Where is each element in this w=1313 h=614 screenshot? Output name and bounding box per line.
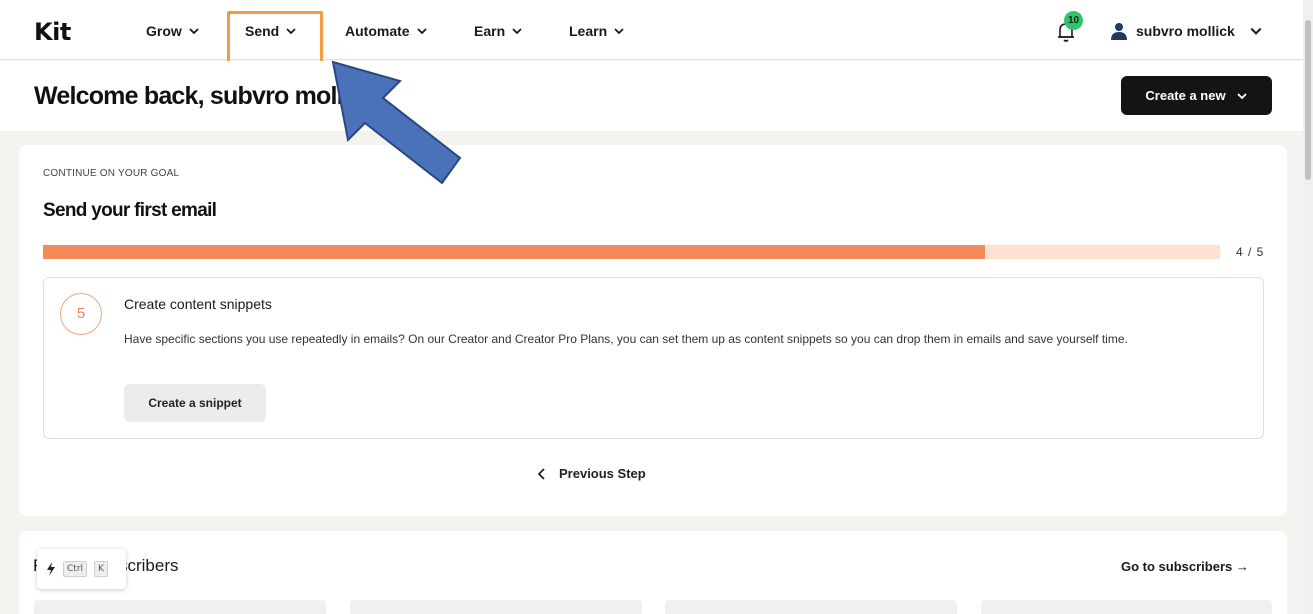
- user-menu[interactable]: subvro mollick: [1110, 22, 1263, 40]
- user-avatar-icon: [1111, 23, 1127, 40]
- goal-progress-bar: [43, 245, 1220, 259]
- nav-automate[interactable]: Automate: [345, 23, 428, 39]
- chevron-down-icon: [512, 28, 522, 35]
- nav-send[interactable]: Send: [245, 23, 297, 39]
- nav-grow-label: Grow: [146, 23, 182, 39]
- kit-dashboard-page: Kit Grow Send Automate Earn Learn subvro…: [0, 0, 1313, 614]
- nav-earn-label: Earn: [474, 23, 506, 39]
- top-navigation-bar: Kit Grow Send Automate Earn Learn subvro…: [0, 0, 1303, 60]
- page-title: Welcome back, subvro mollick: [34, 82, 376, 110]
- subscriber-tile: [350, 600, 642, 614]
- create-new-label: Create a new: [1145, 88, 1226, 103]
- scrollbar-thumb[interactable]: [1305, 20, 1311, 180]
- chevron-down-icon: [286, 28, 296, 35]
- create-new-button[interactable]: Create a new: [1121, 76, 1272, 115]
- chevron-down-icon: [189, 28, 199, 35]
- previous-step-button[interactable]: Previous Step: [537, 466, 646, 481]
- nav-automate-label: Automate: [345, 23, 410, 39]
- goal-progress-fill: [43, 245, 985, 259]
- chevron-down-icon: [1250, 27, 1262, 35]
- user-name: subvro mollick: [1136, 23, 1235, 39]
- chevron-down-icon: [1236, 92, 1247, 99]
- nav-send-label: Send: [245, 23, 280, 39]
- goal-progress-label: 4 / 5: [1236, 245, 1265, 259]
- previous-step-label: Previous Step: [559, 466, 646, 481]
- nav-learn[interactable]: Learn: [569, 23, 625, 39]
- step-number: 5: [60, 293, 102, 335]
- create-snippet-button[interactable]: Create a snippet: [124, 384, 266, 422]
- nav-grow[interactable]: Grow: [146, 23, 200, 39]
- k-key: K: [94, 561, 108, 577]
- nav-earn[interactable]: Earn: [474, 23, 523, 39]
- chevron-left-icon: [537, 467, 545, 480]
- nav-learn-label: Learn: [569, 23, 608, 39]
- step-title: Create content snippets: [124, 296, 272, 312]
- chevron-down-icon: [416, 28, 427, 35]
- chevron-down-icon: [614, 28, 624, 35]
- kit-logo[interactable]: Kit: [34, 18, 71, 46]
- notification-count-badge: 10: [1064, 11, 1083, 30]
- subscriber-tile: [34, 600, 326, 614]
- command-shortcut-popover[interactable]: Ctrl K: [37, 549, 126, 589]
- subscriber-tile: [665, 600, 957, 614]
- goal-title: Send your first email: [43, 200, 217, 221]
- lightning-icon: [47, 562, 55, 576]
- ctrl-key: Ctrl: [63, 561, 88, 577]
- subscriber-tile: [981, 600, 1272, 614]
- go-to-subscribers-link[interactable]: Go to subscribers →: [1121, 559, 1249, 574]
- step-description: Have specific sections you use repeatedl…: [124, 332, 1128, 346]
- goal-eyebrow: CONTINUE ON YOUR GOAL: [43, 168, 180, 179]
